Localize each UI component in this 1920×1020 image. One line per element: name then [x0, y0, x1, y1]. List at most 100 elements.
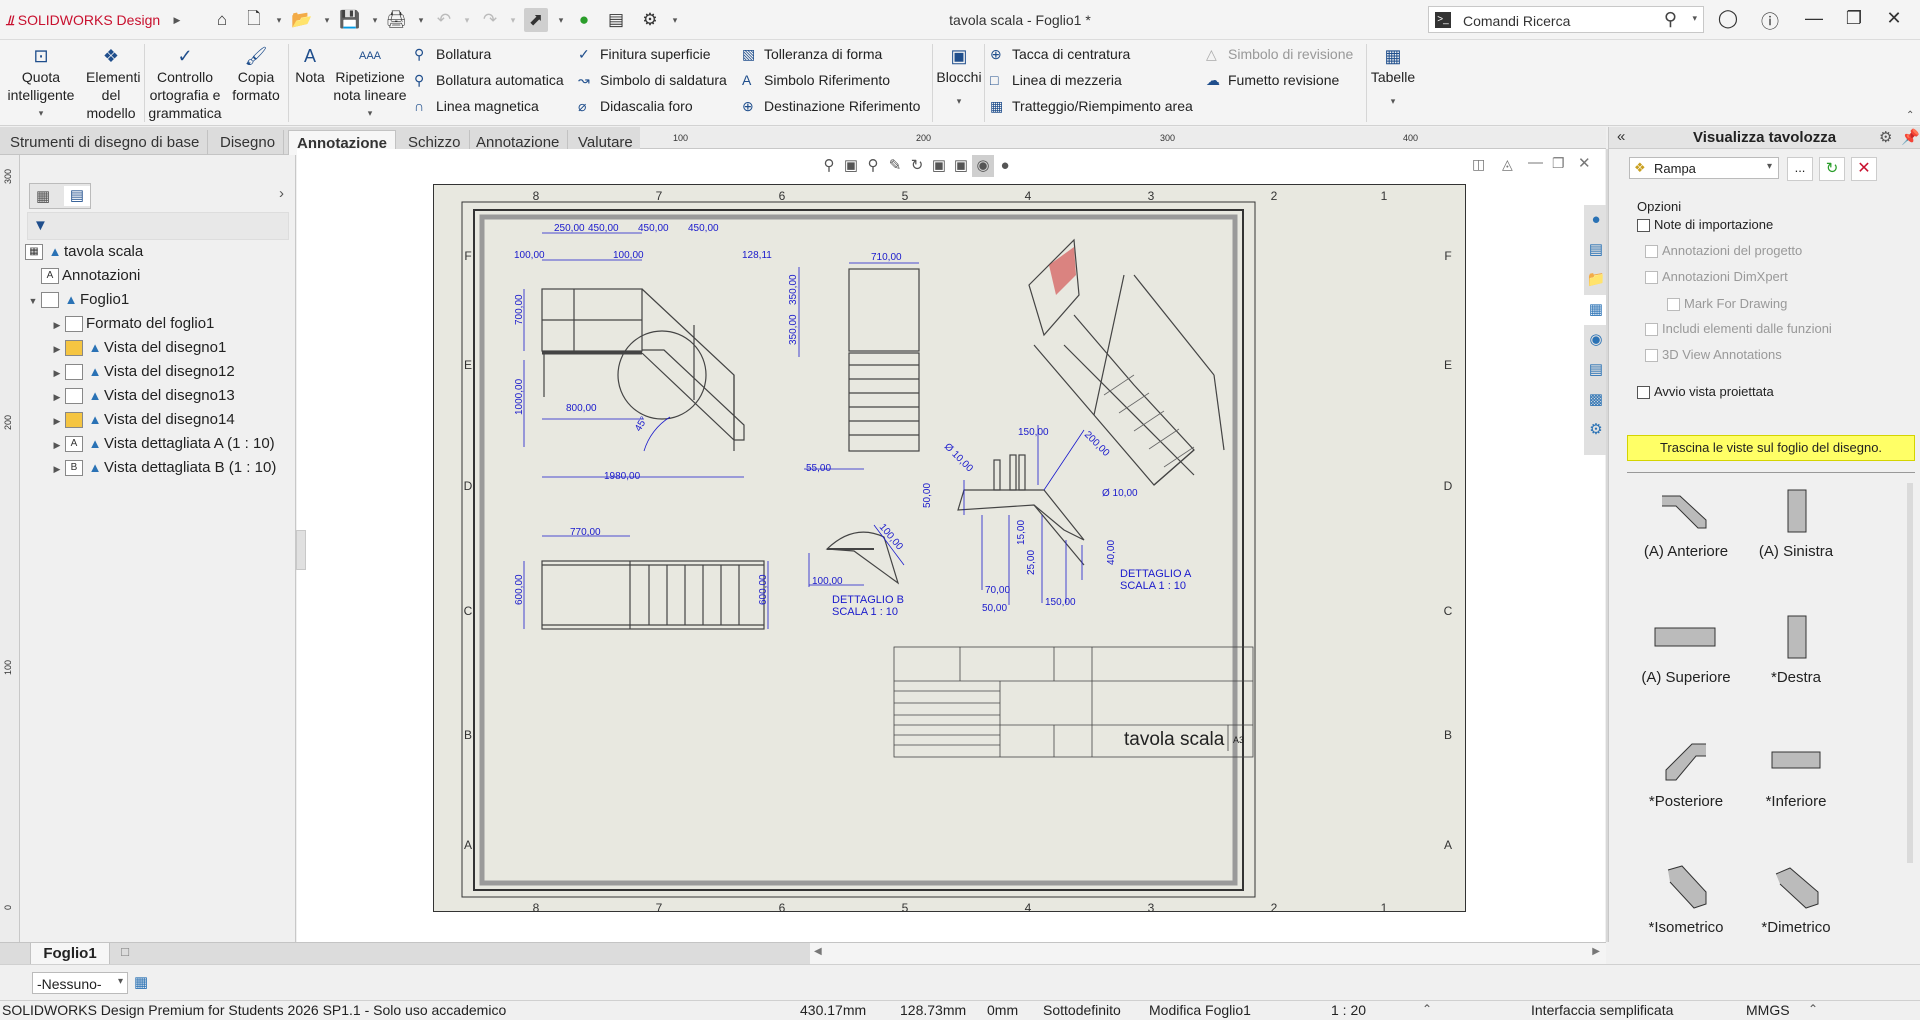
- save-dropdown-icon[interactable]: ▾: [370, 8, 380, 32]
- forum-icon[interactable]: ▩: [1584, 385, 1608, 415]
- view-thumb-front[interactable]: (A) Anteriore: [1631, 479, 1741, 560]
- 3d-view-annotations-checkbox[interactable]: 3D View Annotations: [1645, 345, 1782, 365]
- scroll-right-icon[interactable]: ▶: [1592, 946, 1600, 957]
- view-thumb-dimetric[interactable]: *Dimetrico: [1741, 855, 1851, 936]
- scroll-left-icon[interactable]: ◀: [814, 946, 822, 957]
- options-dropdown-icon[interactable]: ▾: [670, 8, 680, 32]
- sketch-icon[interactable]: ✎: [884, 155, 906, 177]
- tree-item-view13[interactable]: ▶ ▲ Vista del disegno13: [49, 385, 235, 407]
- tree-item-annotations[interactable]: A Annotazioni: [41, 265, 140, 287]
- design-annotations-checkbox[interactable]: Annotazioni del progetto: [1645, 241, 1802, 261]
- mark-for-drawing-checkbox[interactable]: Mark For Drawing: [1667, 294, 1787, 314]
- rebuild-traffic-light-icon[interactable]: ●: [572, 8, 596, 32]
- expand-arrow-icon[interactable]: ▶: [49, 362, 65, 384]
- zoom-to-area-icon[interactable]: ▣: [840, 155, 862, 177]
- tile-left-icon[interactable]: ◫: [1472, 156, 1485, 173]
- clear-all-icon[interactable]: ✕: [1851, 157, 1877, 181]
- search-dropdown-icon[interactable]: ▾: [1692, 13, 1697, 24]
- expand-arrow-icon[interactable]: ▶: [49, 386, 65, 408]
- hide-show-icon[interactable]: ◉: [972, 155, 994, 177]
- doc-close-icon[interactable]: ✕: [1578, 154, 1591, 172]
- horizontal-scrollbar[interactable]: ◀ ▶: [810, 942, 1606, 964]
- redo-dropdown-icon[interactable]: ▾: [508, 8, 518, 32]
- file-explorer-icon[interactable]: 📁: [1584, 265, 1608, 295]
- surface-finish-button[interactable]: ✓ Finitura superficie: [578, 43, 711, 65]
- new-dropdown-icon[interactable]: ▾: [274, 8, 284, 32]
- new-document-icon[interactable]: 🗋: [242, 8, 266, 32]
- tile-right-icon[interactable]: ◬: [1502, 156, 1513, 173]
- view-thumb-isometric[interactable]: *Isometrico: [1631, 855, 1741, 936]
- geometric-tolerance-button[interactable]: ▧ Tolleranza di forma: [742, 43, 882, 65]
- tab-drawing[interactable]: Disegno: [212, 130, 285, 155]
- command-search[interactable]: >_ Comandi Ricerca ⚲ ▾: [1428, 6, 1704, 33]
- camera-icon[interactable]: ▣: [928, 155, 950, 177]
- revision-cloud-button[interactable]: ☁ Fumetto revisione: [1206, 69, 1339, 91]
- view-thumb-right[interactable]: *Destra: [1741, 605, 1851, 686]
- ribbon-collapse-icon[interactable]: ⌃: [1906, 110, 1914, 121]
- search-icon[interactable]: ⚲: [1664, 9, 1677, 30]
- display-style-icon[interactable]: ▣: [950, 155, 972, 177]
- restore-icon[interactable]: ❐: [1840, 8, 1868, 32]
- tree-item-view14[interactable]: ▶ ▲ Vista del disegno14: [49, 409, 235, 431]
- drawing-sheet[interactable]: 8 7 6 5 4 3 2 1 8 7 6 5 4 3 2 1 F E D C …: [433, 184, 1466, 915]
- panel-settings-icon[interactable]: ⚙: [1879, 128, 1892, 146]
- help-icon[interactable]: ⓘ: [1756, 8, 1784, 32]
- panel-splitter-handle[interactable]: [296, 530, 306, 570]
- tab-sketch-tools[interactable]: Strumenti di disegno di base: [2, 130, 209, 155]
- view-thumb-back[interactable]: *Posteriore: [1631, 729, 1741, 810]
- layer-select[interactable]: -Nessuno- ▾: [32, 972, 128, 994]
- rotate-icon[interactable]: ↻: [906, 155, 928, 177]
- tree-item-detail-b[interactable]: ▶ B ▲ Vista dettagliata B (1 : 10): [49, 457, 276, 479]
- view-thumb-top[interactable]: (A) Superiore: [1631, 605, 1741, 686]
- tables-button[interactable]: ▦ Tabelle ▾: [1370, 44, 1416, 110]
- format-painter-button[interactable]: 🖌 Copia formato: [226, 44, 286, 104]
- dimxpert-annotations-checkbox[interactable]: Annotazioni DimXpert: [1645, 267, 1788, 287]
- linear-note-pattern-button[interactable]: AAA Ripetizione nota lineare ▾: [332, 44, 408, 122]
- tree-item-view1[interactable]: ▶ ▲ Vista del disegno1: [49, 337, 226, 359]
- property-manager-tab-icon[interactable]: ▤: [64, 186, 90, 206]
- open-dropdown-icon[interactable]: ▾: [322, 8, 332, 32]
- auto-balloon-button[interactable]: ⚲ Bollatura automatica: [414, 69, 564, 91]
- smart-dimension-button[interactable]: ⊡ Quota intelligente ▾: [4, 44, 78, 122]
- weld-symbol-button[interactable]: ↝ Simbolo di saldatura: [578, 69, 727, 91]
- select-dropdown-icon[interactable]: ▾: [556, 8, 566, 32]
- status-collapse-icon[interactable]: ⌃: [1422, 1002, 1432, 1016]
- spell-check-button[interactable]: ✓ Controllo ortografia e grammatica: [146, 44, 224, 122]
- left-view[interactable]: [848, 268, 920, 452]
- refresh-icon[interactable]: ↻: [1819, 157, 1845, 181]
- appearances-icon[interactable]: ◉: [1584, 325, 1608, 355]
- save-icon[interactable]: 💾: [338, 8, 362, 32]
- top-view[interactable]: [541, 560, 765, 630]
- appearance-icon[interactable]: ●: [994, 155, 1016, 177]
- resources-icon[interactable]: ●: [1584, 205, 1608, 235]
- note-button[interactable]: A Nota: [290, 44, 330, 86]
- add-sheet-icon[interactable]: □: [112, 944, 138, 964]
- tools-icon[interactable]: ⚙: [1584, 415, 1608, 445]
- undo-icon[interactable]: ↶: [432, 8, 456, 32]
- doc-minimize-icon[interactable]: —: [1528, 154, 1543, 171]
- revision-symbol-button[interactable]: △ Simbolo di revisione: [1206, 43, 1353, 65]
- magnetic-line-button[interactable]: ∩ Linea magnetica: [414, 95, 539, 117]
- previous-view-icon[interactable]: ⚲: [862, 155, 884, 177]
- browse-button[interactable]: ...: [1787, 157, 1813, 181]
- tree-expand-arrow-icon[interactable]: ›: [279, 185, 284, 202]
- close-icon[interactable]: ✕: [1880, 8, 1908, 32]
- doc-restore-icon[interactable]: ❐: [1552, 155, 1565, 172]
- collapse-arrow-icon[interactable]: ▼: [25, 290, 41, 312]
- redo-icon[interactable]: ↷: [478, 8, 502, 32]
- zoom-to-fit-icon[interactable]: ⚲: [818, 155, 840, 177]
- model-items-button[interactable]: ❖ Elementi del modello: [80, 44, 142, 122]
- tree-item-sheet[interactable]: ▼ ▲ Foglio1: [25, 289, 129, 311]
- hole-callout-button[interactable]: ⌀ Didascalia foro: [578, 95, 693, 117]
- status-units[interactable]: MMGS: [1746, 1002, 1790, 1018]
- center-mark-button[interactable]: ⊕ Tacca di centratura: [990, 43, 1130, 65]
- datum-target-button[interactable]: ⊕ Destinazione Riferimento: [742, 95, 920, 117]
- custom-properties-icon[interactable]: ▤: [1584, 355, 1608, 385]
- expand-arrow-icon[interactable]: ▶: [49, 338, 65, 360]
- feature-manager-tab-icon[interactable]: ▦: [36, 187, 50, 205]
- centerline-button[interactable]: □ Linea di mezzeria: [990, 69, 1122, 91]
- expand-arrow-icon[interactable]: ▶: [49, 458, 65, 480]
- units-collapse-icon[interactable]: ⌃: [1808, 1002, 1818, 1016]
- view-palette-icon[interactable]: ▦: [1584, 295, 1608, 325]
- tree-item-sheet-format[interactable]: ▶ Formato del foglio1: [49, 313, 214, 335]
